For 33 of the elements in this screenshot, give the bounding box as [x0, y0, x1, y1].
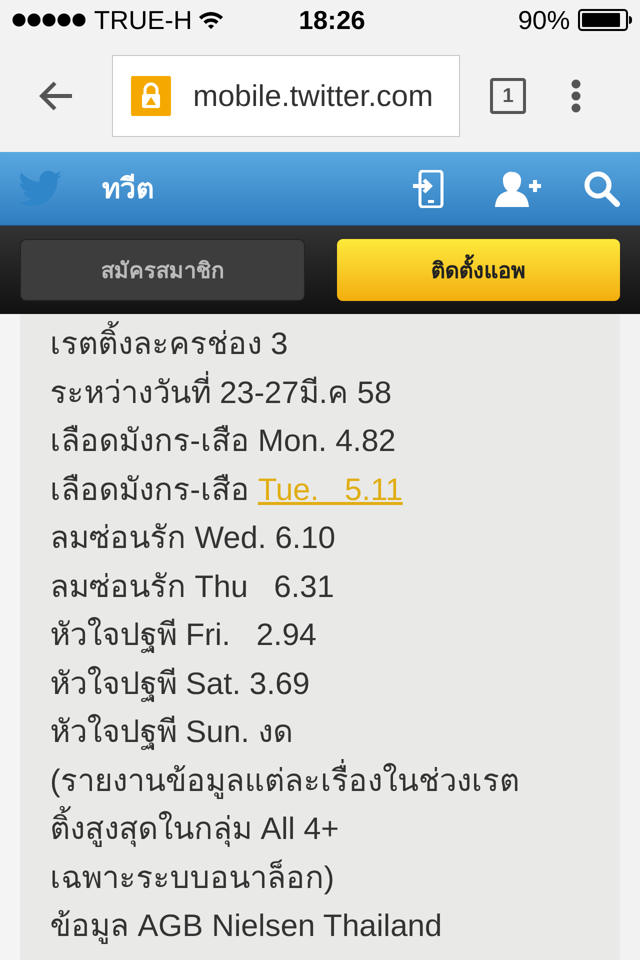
note-line: หัวใจปฐพี Fri. 2.94	[50, 616, 317, 655]
page-title: ทวีต	[102, 172, 155, 206]
add-user-button[interactable]	[492, 168, 544, 208]
clock-time: 18:26	[298, 4, 366, 36]
back-arrow-icon	[38, 80, 74, 112]
note-line: ระหว่างวันที่ 23-27มี.ค 58	[50, 370, 392, 416]
note-line: เลือดมังกร-เสือ Mon. 4.82	[50, 422, 396, 460]
battery-percent: 90%	[518, 4, 570, 36]
url-text: mobile.twitter.com	[193, 78, 434, 114]
note-line: ติ้งสูงสุดในกลุ่ม All 4+	[50, 806, 340, 852]
install-app-button[interactable]: ติดตั้งแอพ	[337, 239, 620, 301]
sign-in-icon	[412, 170, 444, 208]
tab-count-button[interactable]: 1	[490, 78, 526, 114]
note-line: เลือดมังกร-เสือ	[50, 470, 250, 508]
add-user-icon	[493, 170, 543, 208]
note-line: เฉพาะระบบอนาล็อก)	[50, 858, 334, 896]
signal-icon	[12, 12, 88, 28]
search-icon	[584, 170, 620, 206]
note-line: (รายงานข้อมูลแต่ละเรื่องในช่วงเรต	[50, 758, 520, 804]
bird-icon	[18, 170, 62, 208]
carrier-name: TRUE-H	[94, 4, 192, 36]
note-line: ลมซ่อนรัก Thu 6.31	[50, 568, 334, 606]
note-line: หัวใจปฐพี Sat. 3.69	[50, 664, 310, 704]
search-button[interactable]	[582, 168, 622, 208]
note-line: หัวใจปฐพี Sun. งด	[50, 713, 293, 752]
wifi-icon	[198, 10, 224, 30]
note-line: เรตติ้งละครช่อง 3	[50, 321, 288, 368]
note-line: ลมซ่อนรัก Wed. 6.10	[50, 519, 336, 557]
sign-up-button[interactable]: สมัครสมาชิก	[20, 239, 305, 301]
menu-icon	[570, 79, 582, 113]
note-line: ข้อมูล AGB Nielsen Thailand	[50, 907, 442, 946]
address-bar[interactable]: mobile.twitter.com	[112, 55, 460, 137]
lock-icon	[131, 76, 171, 116]
